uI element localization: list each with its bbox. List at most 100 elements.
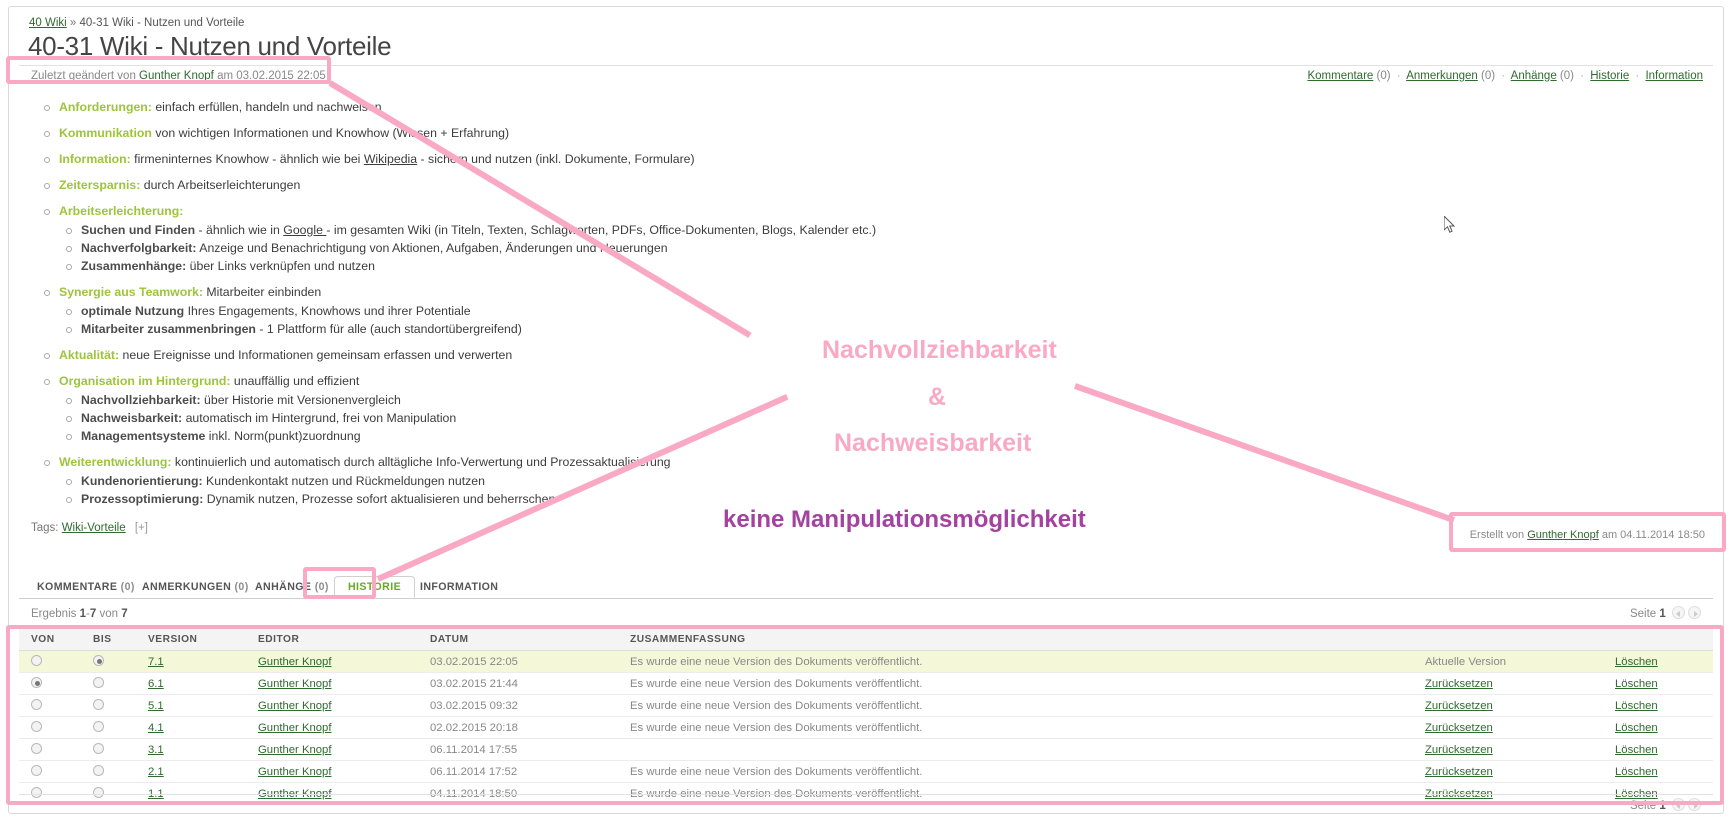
cell-editor: Gunther Knopf xyxy=(246,760,418,783)
radio-von[interactable] xyxy=(31,677,42,688)
breadcrumb-root-link[interactable]: 40 Wiki xyxy=(29,17,67,29)
item-key: Mitarbeiter zusammenbringen xyxy=(81,322,256,336)
reset-link[interactable]: Zurücksetzen xyxy=(1425,722,1493,734)
tab-information[interactable]: INFORMATION xyxy=(412,577,506,597)
cell-delete: Löschen xyxy=(1603,760,1713,783)
tab-historie[interactable]: HISTORIE xyxy=(334,576,416,598)
google-link[interactable]: Google xyxy=(283,223,326,237)
editor-link[interactable]: Gunther Knopf xyxy=(258,766,331,778)
pager-prev-icon[interactable] xyxy=(1672,798,1685,811)
pager-label: Seite xyxy=(1629,800,1657,812)
version-link[interactable]: 5.1 xyxy=(148,700,164,712)
tags-label: Tags: xyxy=(31,522,59,534)
delete-link[interactable]: Löschen xyxy=(1615,678,1658,690)
version-link[interactable]: 6.1 xyxy=(148,678,164,690)
pager-next-icon[interactable] xyxy=(1688,798,1701,811)
radio-von[interactable] xyxy=(31,765,42,776)
link-dot-3: · xyxy=(1580,70,1585,82)
cell-delete: Löschen xyxy=(1603,716,1713,739)
item-key: optimale Nutzung xyxy=(81,304,185,318)
reset-link[interactable]: Zurücksetzen xyxy=(1425,744,1493,756)
col-delete xyxy=(1603,628,1713,651)
col-editor: EDITOR xyxy=(246,628,418,651)
version-link[interactable]: 4.1 xyxy=(148,722,164,734)
item-key: Kommunikation xyxy=(59,126,152,140)
radio-bis[interactable] xyxy=(93,677,104,688)
item-rest: - ähnlich wie in xyxy=(195,223,284,237)
version-link[interactable]: 2.1 xyxy=(148,766,164,778)
radio-bis[interactable] xyxy=(93,655,104,666)
radio-bis[interactable] xyxy=(93,699,104,710)
breadcrumb-separator: » xyxy=(69,17,77,29)
list-item: optimale Nutzung Ihres Engagements, Know… xyxy=(59,303,1139,319)
link-anhaenge[interactable]: Anhänge xyxy=(1511,70,1557,82)
reset-link[interactable]: Zurücksetzen xyxy=(1425,766,1493,778)
wikipedia-link[interactable]: Wikipedia xyxy=(364,152,417,166)
editor-link[interactable]: Gunther Knopf xyxy=(258,700,331,712)
reset-link[interactable]: Zurücksetzen xyxy=(1425,700,1493,712)
delete-link[interactable]: Löschen xyxy=(1615,744,1658,756)
radio-von[interactable] xyxy=(31,743,42,754)
tab-kommentare[interactable]: KOMMENTARE (0) xyxy=(29,577,143,597)
history-table-head: VON BIS VERSION EDITOR DATUM ZUSAMMENFAS… xyxy=(19,628,1713,651)
cell-version: 4.1 xyxy=(136,716,246,739)
tags-expand-toggle[interactable]: [+] xyxy=(129,522,148,534)
tab-anhaenge[interactable]: ANHÄNGE (0) xyxy=(247,577,337,597)
version-link[interactable]: 7.1 xyxy=(148,656,164,668)
last-modified-date: 03.02.2015 22:05 xyxy=(236,70,326,82)
delete-link[interactable]: Löschen xyxy=(1615,722,1658,734)
list-item: Organisation im Hintergrund: unauffällig… xyxy=(39,373,1139,444)
editor-link[interactable]: Gunther Knopf xyxy=(258,656,331,668)
radio-bis[interactable] xyxy=(93,721,104,732)
reset-link[interactable]: Zurücksetzen xyxy=(1425,678,1493,690)
radio-bis[interactable] xyxy=(93,743,104,754)
item-rest: von wichtigen Informationen und Knowhow … xyxy=(151,126,510,140)
radio-von[interactable] xyxy=(31,655,42,666)
delete-link[interactable]: Löschen xyxy=(1615,656,1658,668)
cell-version: 6.1 xyxy=(136,672,246,695)
cell-von xyxy=(19,716,81,739)
last-modified-info: Zuletzt geändert von Gunther Knopf am 03… xyxy=(31,70,326,82)
cell-delete: Löschen xyxy=(1603,694,1713,717)
link-anmerkungen[interactable]: Anmerkungen xyxy=(1406,70,1478,82)
link-kommentare[interactable]: Kommentare xyxy=(1307,70,1373,82)
count-anmerkungen: (0) xyxy=(1481,70,1496,82)
item-key: Managementsysteme xyxy=(81,429,206,443)
pager-next-icon[interactable] xyxy=(1688,606,1701,619)
tag-link-wiki-vorteile[interactable]: Wiki-Vorteile xyxy=(62,522,126,534)
created-author-link[interactable]: Gunther Knopf xyxy=(1527,529,1599,541)
delete-link[interactable]: Löschen xyxy=(1615,766,1658,778)
item-rest: inkl. Norm(punkt)zuordnung xyxy=(205,429,361,443)
tab-label: INFORMATION xyxy=(420,581,499,593)
radio-von[interactable] xyxy=(31,699,42,710)
cell-bis xyxy=(81,716,136,739)
delete-link[interactable]: Löschen xyxy=(1615,700,1658,712)
link-information[interactable]: Information xyxy=(1645,70,1703,82)
tab-count: (0) xyxy=(314,581,329,593)
item-key: Nachverfolgbarkeit: xyxy=(81,241,197,255)
list-item: Aktualität: neue Ereignisse und Informat… xyxy=(39,347,1139,363)
result-count-text: Ergebnis 1-7 von 7 xyxy=(31,608,128,620)
cell-summary: Es wurde eine neue Version des Dokuments… xyxy=(618,760,1413,783)
tab-anmerkungen[interactable]: ANMERKUNGEN (0) xyxy=(134,577,257,597)
link-historie[interactable]: Historie xyxy=(1590,70,1629,82)
list-item: Arbeitserleichterung: Suchen und Finden … xyxy=(39,203,1139,274)
item-key: Information: xyxy=(59,152,131,166)
radio-von[interactable] xyxy=(31,721,42,732)
cell-datum: 03.02.2015 22:05 xyxy=(418,650,618,673)
version-link[interactable]: 3.1 xyxy=(148,744,164,756)
cell-summary: Es wurde eine neue Version des Dokuments… xyxy=(618,694,1413,717)
last-modified-middle: am xyxy=(217,70,234,82)
item-rest: automatisch im Hintergrund, frei von Man… xyxy=(182,411,457,425)
pager-prev-icon[interactable] xyxy=(1672,606,1685,619)
result-to: 7 xyxy=(89,608,97,620)
item-key: Nachweisbarkeit: xyxy=(81,411,183,425)
tab-label: KOMMENTARE xyxy=(37,581,118,593)
item-key: Organisation im Hintergrund: xyxy=(59,374,231,388)
item-key: Zusammenhänge: xyxy=(81,259,187,273)
editor-link[interactable]: Gunther Knopf xyxy=(258,722,331,734)
editor-link[interactable]: Gunther Knopf xyxy=(258,678,331,690)
radio-bis[interactable] xyxy=(93,765,104,776)
last-modified-author-link[interactable]: Gunther Knopf xyxy=(139,70,214,82)
editor-link[interactable]: Gunther Knopf xyxy=(258,744,331,756)
